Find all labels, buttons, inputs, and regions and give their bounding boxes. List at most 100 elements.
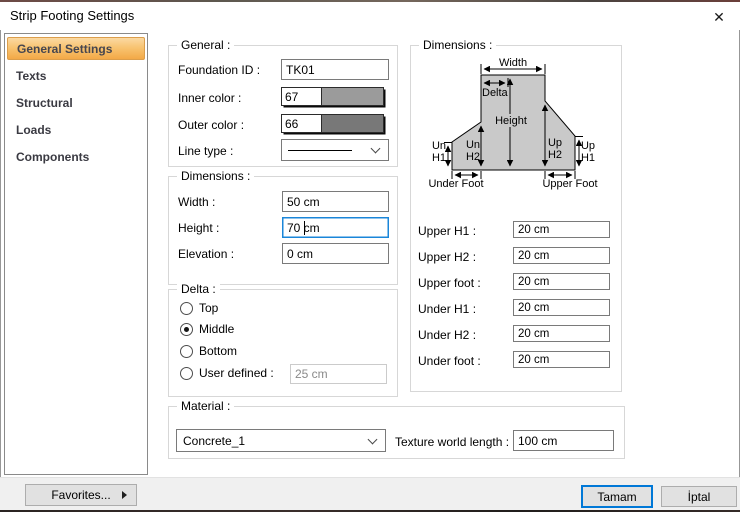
sidebar-item-general-settings[interactable]: General Settings	[7, 37, 145, 60]
inner-color-picker[interactable]: 67	[281, 87, 384, 106]
close-button[interactable]: ✕	[706, 6, 732, 28]
text-caret	[304, 221, 305, 235]
title-bar: Strip Footing Settings ✕	[0, 2, 740, 30]
diagram-un-h2-label: H2	[466, 151, 480, 163]
upper-h2-label: Upper H2 :	[418, 250, 477, 264]
sidebar-item-label: Components	[16, 149, 90, 164]
diagram-un-h1-label: Un	[432, 140, 446, 152]
radio-top-label: Top	[199, 301, 219, 315]
group-general-legend: General :	[177, 38, 235, 52]
upper-h1-field[interactable]: 20 cm	[513, 221, 610, 238]
texture-world-length-value: 100 cm	[518, 433, 558, 448]
ok-label: Tamam	[597, 489, 637, 504]
diagram-width-label: Width	[499, 58, 527, 69]
cancel-label: İptal	[687, 489, 711, 504]
sidebar-item-label: Loads	[16, 122, 52, 137]
foundation-id-label: Foundation ID :	[178, 63, 261, 77]
diagram-up-h1-label: Up	[581, 140, 595, 152]
width-field[interactable]: 50 cm	[282, 191, 389, 212]
radio-user-defined[interactable]: User defined :	[180, 366, 274, 380]
radio-icon	[180, 366, 193, 380]
texture-world-length-field[interactable]: 100 cm	[513, 430, 614, 451]
upper-foot-value: 20 cm	[518, 275, 550, 288]
foundation-id-value: TK01	[286, 62, 315, 77]
sidebar-item-components[interactable]: Components	[7, 145, 145, 168]
sidebar-item-label: General Settings	[17, 41, 113, 56]
outer-color-number: 66	[282, 115, 322, 132]
user-defined-field[interactable]: 25 cm	[290, 364, 387, 384]
upper-h2-field[interactable]: 20 cm	[513, 247, 610, 264]
chevron-down-icon	[367, 434, 378, 444]
group-dimensions-legend: Dimensions :	[177, 169, 255, 183]
under-h2-label: Under H2 :	[418, 328, 477, 342]
group-footing-dimensions-legend: Dimensions :	[419, 38, 497, 52]
elevation-label: Elevation :	[178, 247, 235, 261]
diagram-un-h2-label: Un	[466, 139, 480, 151]
under-h1-value: 20 cm	[518, 301, 550, 314]
group-delta-legend: Delta :	[177, 282, 220, 296]
outer-color-label: Outer color :	[178, 118, 245, 132]
material-dropdown[interactable]: Concrete_1	[176, 429, 386, 452]
ok-button[interactable]: Tamam	[581, 485, 653, 508]
group-material-legend: Material :	[177, 399, 235, 413]
under-foot-label: Under foot :	[418, 354, 481, 368]
sidebar-item-texts[interactable]: Texts	[7, 64, 145, 87]
sidebar-item-structural[interactable]: Structural	[7, 91, 145, 114]
upper-h1-label: Upper H1 :	[418, 224, 477, 238]
upper-h2-value: 20 cm	[518, 249, 550, 262]
sidebar-item-label: Structural	[16, 95, 73, 110]
diagram-height-label: Height	[495, 115, 527, 127]
under-h1-label: Under H1 :	[418, 302, 477, 316]
radio-top[interactable]: Top	[180, 301, 218, 315]
elevation-value: 0 cm	[287, 246, 314, 261]
radio-bottom-label: Bottom	[199, 344, 238, 358]
material-selected-value: Concrete_1	[183, 433, 246, 448]
elevation-field[interactable]: 0 cm	[282, 243, 389, 264]
radio-selected-icon	[180, 322, 193, 336]
upper-foot-field[interactable]: 20 cm	[513, 273, 610, 290]
inner-color-label: Inner color :	[178, 91, 242, 105]
sidebar-item-loads[interactable]: Loads	[7, 118, 145, 141]
height-label: Height :	[178, 221, 220, 235]
under-h1-field[interactable]: 20 cm	[513, 299, 610, 316]
line-sample	[288, 149, 352, 151]
under-foot-value: 20 cm	[518, 353, 550, 366]
favorites-label: Favorites...	[51, 488, 111, 502]
close-icon: ✕	[713, 8, 725, 25]
settings-nav: General Settings Texts Structural Loads …	[4, 33, 148, 475]
upper-foot-label: Upper foot :	[418, 276, 481, 290]
outer-color-picker[interactable]: 66	[281, 114, 384, 133]
under-h2-field[interactable]: 20 cm	[513, 325, 610, 342]
radio-middle-label: Middle	[199, 322, 235, 336]
footer-bar: Favorites... Tamam İptal	[0, 477, 740, 510]
inner-color-swatch	[322, 88, 383, 105]
line-type-label: Line type :	[178, 144, 234, 158]
outer-color-swatch	[322, 115, 383, 132]
diagram-up-h2-label: Up	[548, 137, 562, 149]
radio-bottom[interactable]: Bottom	[180, 344, 237, 358]
footing-cross-section-diagram: Width Delta Height Un H2 Up H2 Un H1 Up …	[428, 58, 597, 190]
radio-icon	[180, 344, 193, 358]
diagram-delta-label: Delta	[482, 87, 509, 99]
diagram-un-h1-label: H1	[432, 152, 446, 164]
cancel-button[interactable]: İptal	[661, 486, 737, 507]
dialog-title: Strip Footing Settings	[10, 8, 135, 23]
diagram-under-foot-label: Under Foot	[428, 178, 483, 190]
line-type-dropdown[interactable]	[281, 139, 389, 161]
diagram-upper-foot-label: Upper Foot	[542, 178, 597, 190]
width-value: 50 cm	[287, 194, 320, 209]
radio-middle[interactable]: Middle	[180, 322, 234, 336]
height-field[interactable]: 70 cm	[282, 217, 389, 238]
foundation-id-field[interactable]: TK01	[281, 59, 389, 80]
under-h2-value: 20 cm	[518, 327, 550, 340]
texture-world-length-label: Texture world length :	[395, 435, 510, 449]
favorites-button[interactable]: Favorites...	[25, 484, 137, 506]
under-foot-field[interactable]: 20 cm	[513, 351, 610, 368]
radio-icon	[180, 301, 193, 315]
width-label: Width :	[178, 195, 216, 209]
inner-color-number: 67	[282, 88, 322, 105]
arrow-right-icon	[122, 491, 127, 499]
upper-h1-value: 20 cm	[518, 223, 550, 236]
user-defined-value: 25 cm	[295, 367, 328, 381]
radio-user-defined-label: User defined :	[199, 366, 274, 380]
